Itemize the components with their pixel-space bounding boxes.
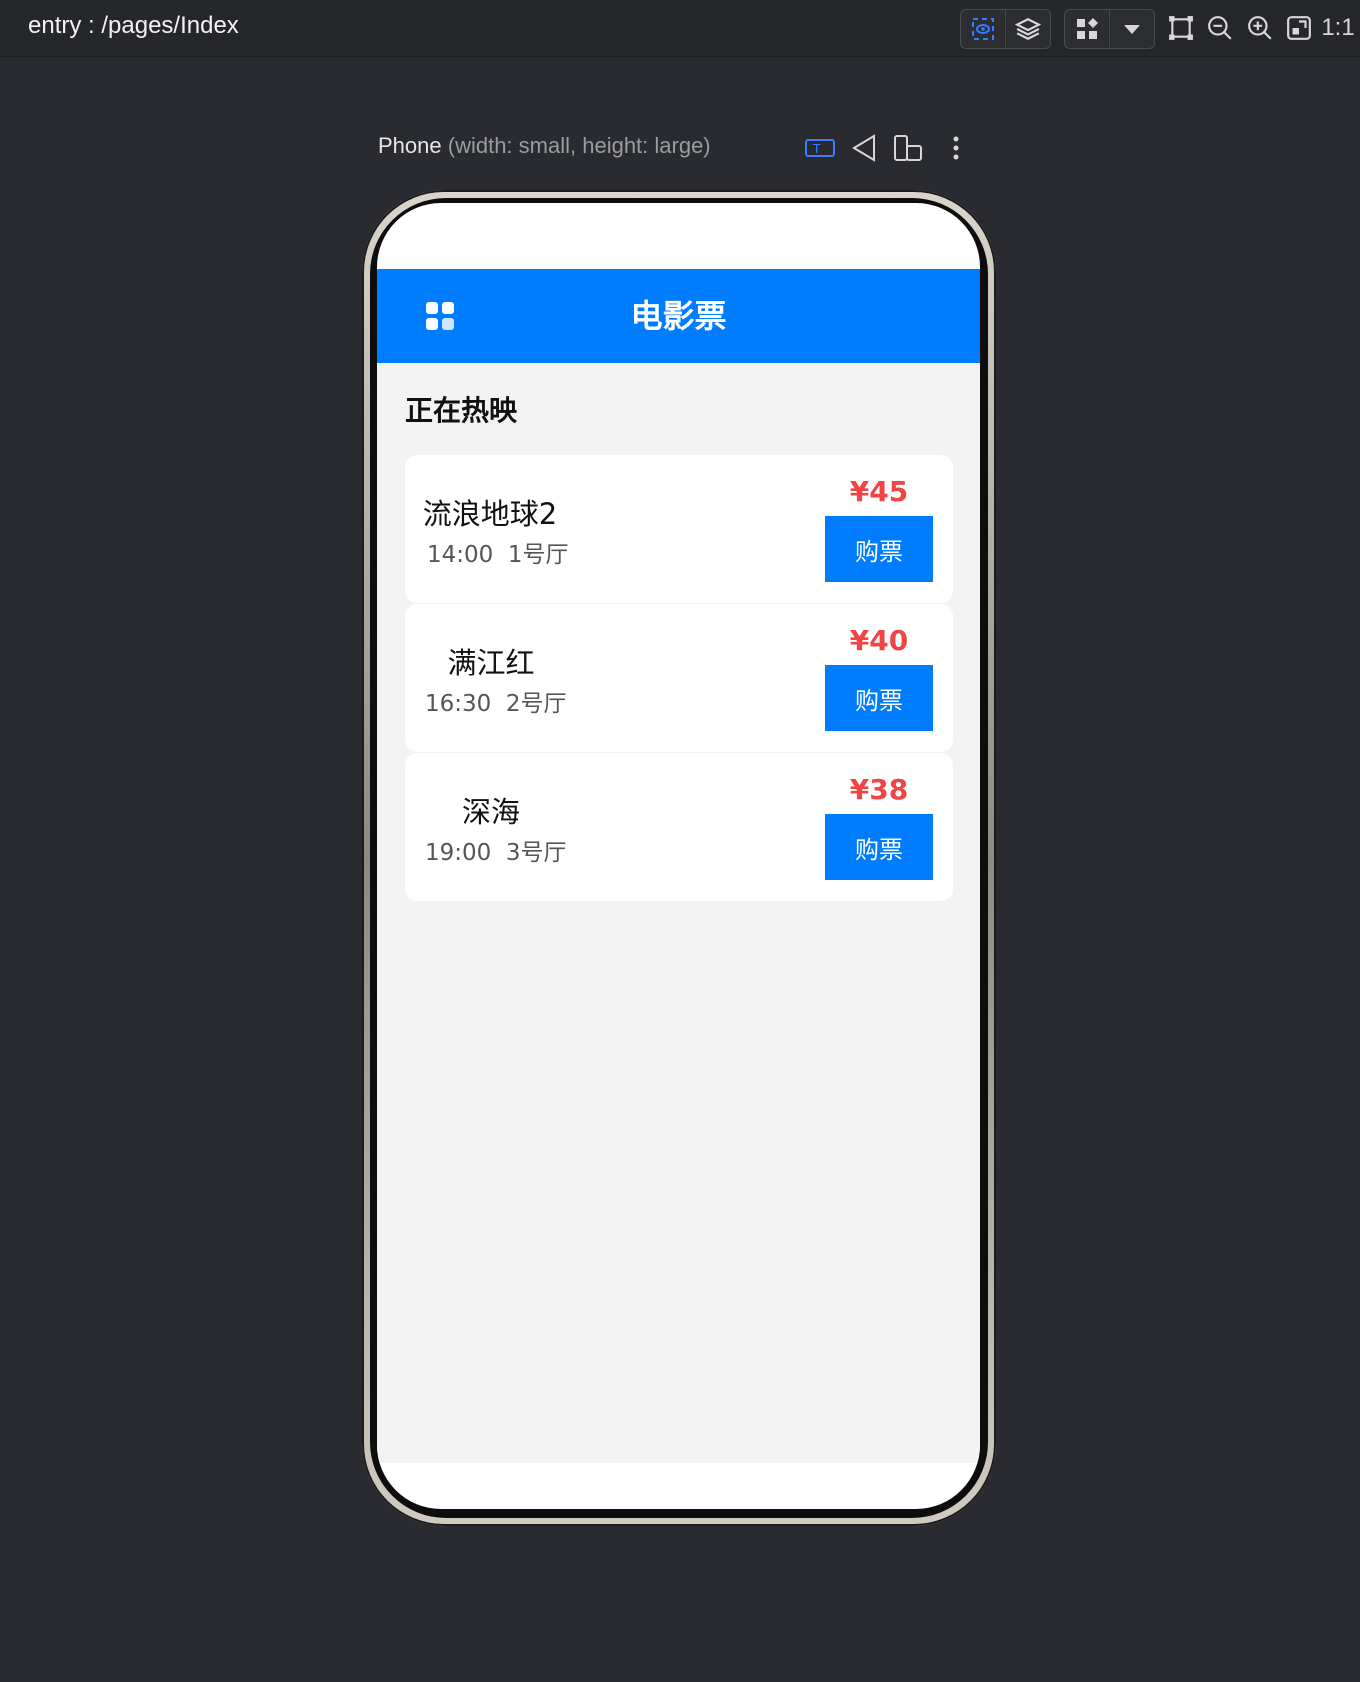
- device-name: Phone: [378, 133, 442, 158]
- back-icon[interactable]: [846, 130, 882, 166]
- buy-ticket-button[interactable]: 购票: [825, 665, 933, 731]
- components-icon[interactable]: [1065, 10, 1109, 48]
- frame-icon[interactable]: [1162, 9, 1200, 47]
- actual-size-button[interactable]: 1:1: [1318, 9, 1358, 47]
- text-mode-icon[interactable]: T: [802, 130, 838, 166]
- movie-info: 16:30 2号厅: [425, 691, 567, 717]
- buy-ticket-button[interactable]: 购票: [825, 814, 933, 880]
- section-title: 正在热映: [405, 394, 518, 427]
- svg-text:T: T: [812, 142, 821, 156]
- rotate-device-icon[interactable]: [890, 130, 926, 166]
- buy-ticket-button[interactable]: 购票: [825, 516, 933, 582]
- movie-card: 深海 19:00 3号厅 ¥38 购票: [405, 753, 953, 901]
- content-area: 正在热映 流浪地球2 14:00 1号厅 ¥45 购票 满江红 16:30 2号…: [377, 363, 980, 1463]
- movie-info: 19:00 3号厅: [425, 840, 567, 866]
- movie-card: 满江红 16:30 2号厅 ¥40 购票: [405, 604, 953, 752]
- dropdown-icon[interactable]: [1109, 10, 1154, 48]
- movie-price: ¥40: [849, 624, 909, 657]
- movie-card: 流浪地球2 14:00 1号厅 ¥45 购票: [405, 455, 953, 603]
- movie-info: 14:00 1号厅: [427, 542, 569, 568]
- inspect-tool-group: [960, 9, 1051, 49]
- components-tool-group: [1064, 9, 1155, 49]
- device-size: (width: small, height: large): [447, 133, 711, 158]
- zoom-out-icon[interactable]: [1201, 9, 1239, 47]
- app-title: 电影票: [630, 297, 727, 335]
- movie-price: ¥38: [849, 773, 909, 806]
- movie-name: 流浪地球2: [422, 497, 558, 531]
- inspect-icon[interactable]: [961, 10, 1005, 48]
- movie-name: 满江红: [447, 646, 535, 680]
- fit-screen-icon[interactable]: [1280, 9, 1318, 47]
- device-label-row: Phone (width: small, height: large) T: [378, 130, 978, 164]
- phone-screen: 电影票 正在热映 流浪地球2 14:00 1号厅 ¥45 购票 满江红 16:3…: [377, 203, 980, 1509]
- layers-icon[interactable]: [1005, 10, 1050, 48]
- ratio-label: 1:1: [1321, 14, 1355, 41]
- more-icon[interactable]: [938, 130, 974, 166]
- app-header: 电影票: [377, 269, 980, 363]
- route-title: entry : /pages/Index: [28, 12, 239, 39]
- movie-price: ¥45: [849, 475, 909, 508]
- preview-toolbar: entry : /pages/Index 1:1: [0, 0, 1360, 57]
- movie-name: 深海: [461, 795, 520, 829]
- zoom-in-icon[interactable]: [1241, 9, 1279, 47]
